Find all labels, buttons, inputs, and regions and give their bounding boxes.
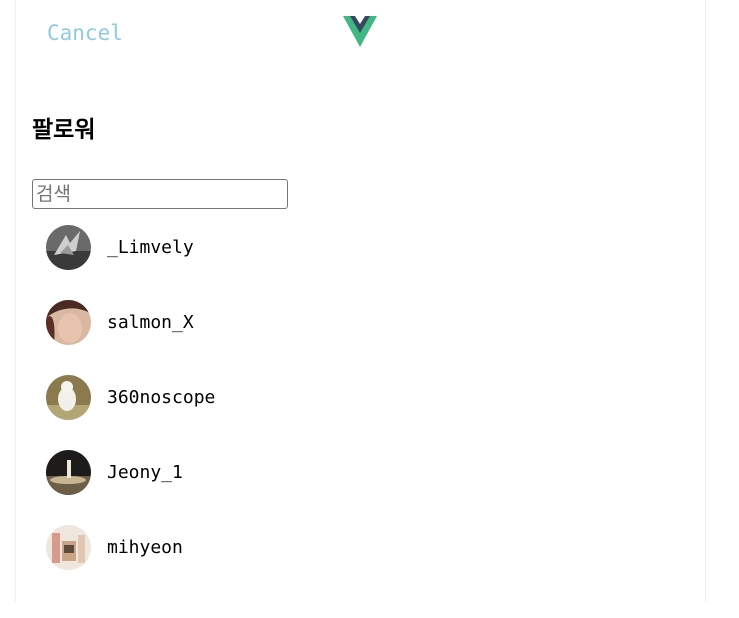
list-item[interactable]: 360noscope <box>16 371 705 446</box>
avatar[interactable] <box>46 450 91 495</box>
avatar[interactable] <box>46 225 91 270</box>
follower-username[interactable]: salmon_X <box>107 312 194 334</box>
list-item[interactable]: mihyeon <box>16 521 705 596</box>
page-title: 팔로워 <box>32 117 96 143</box>
list-item[interactable]: salmon_X <box>16 296 705 371</box>
followers-panel: Cancel 팔로워 _Limvely <box>15 0 706 602</box>
follower-username[interactable]: 360noscope <box>107 387 215 409</box>
search-input[interactable] <box>32 179 288 209</box>
follower-username[interactable]: mihyeon <box>107 537 183 559</box>
follower-username[interactable]: _Limvely <box>107 237 194 259</box>
avatar[interactable] <box>46 525 91 570</box>
list-item[interactable]: Jeony_1 <box>16 446 705 521</box>
follower-username[interactable]: Jeony_1 <box>107 462 183 484</box>
avatar[interactable] <box>46 375 91 420</box>
follower-list: _Limvely salmon_X 360noscope Jeony_1 mih… <box>16 221 705 596</box>
avatar[interactable] <box>46 300 91 345</box>
cancel-button[interactable]: Cancel <box>47 20 123 46</box>
vue-logo-icon[interactable] <box>343 16 377 48</box>
list-item[interactable]: _Limvely <box>16 221 705 296</box>
